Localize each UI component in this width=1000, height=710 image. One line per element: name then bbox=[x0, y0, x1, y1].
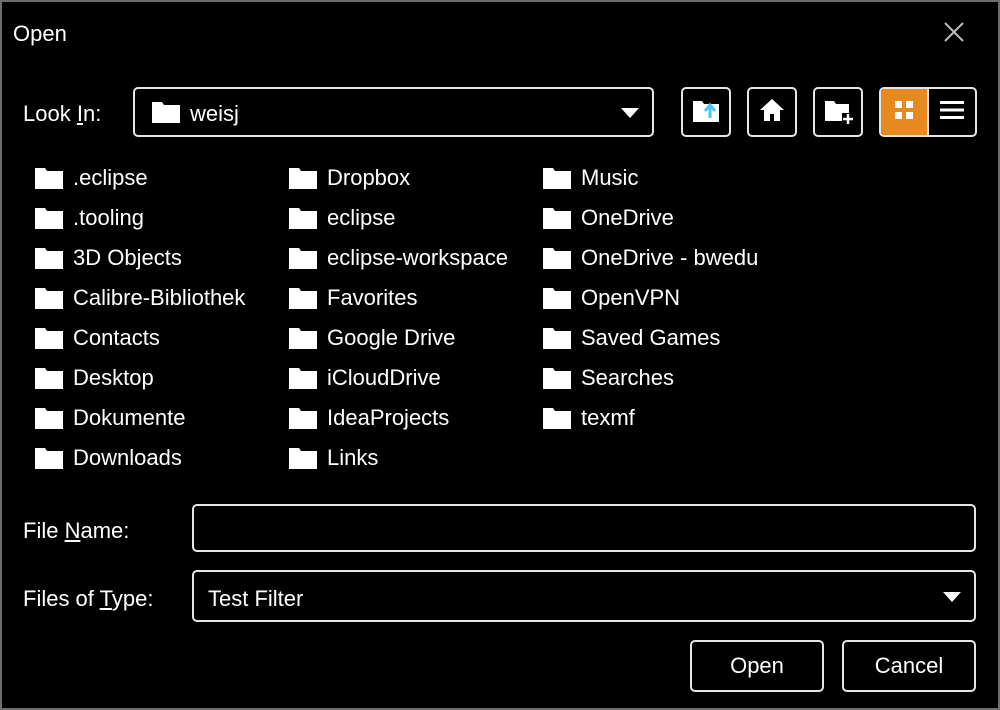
folder-icon bbox=[34, 205, 64, 231]
file-item-label: Dokumente bbox=[73, 405, 186, 430]
file-item-label: eclipse-workspace bbox=[327, 245, 508, 270]
dialog-title: Open bbox=[13, 21, 67, 46]
file-item-label: iCloudDrive bbox=[327, 365, 441, 390]
file-item-label: Saved Games bbox=[581, 325, 721, 350]
folder-icon bbox=[288, 365, 318, 391]
chevron-down-icon bbox=[621, 108, 639, 118]
cancel-button[interactable]: Cancel bbox=[842, 640, 976, 692]
file-item[interactable]: Favorites bbox=[288, 282, 417, 314]
folder-icon bbox=[34, 445, 64, 471]
grid-view-icon bbox=[893, 99, 915, 126]
file-item[interactable]: Saved Games bbox=[542, 322, 720, 354]
new-folder-icon bbox=[822, 94, 854, 131]
folder-icon bbox=[288, 445, 318, 471]
file-item[interactable]: eclipse-workspace bbox=[288, 242, 508, 274]
home-icon bbox=[758, 96, 786, 129]
file-item[interactable]: .eclipse bbox=[34, 162, 148, 194]
file-item[interactable]: .tooling bbox=[34, 202, 144, 234]
file-item[interactable]: Calibre-Bibliothek bbox=[34, 282, 245, 314]
file-item-label: Google Drive bbox=[327, 325, 456, 350]
details-view-icon bbox=[939, 99, 965, 126]
folder-icon bbox=[34, 405, 64, 431]
file-item-label: Favorites bbox=[327, 285, 418, 310]
file-item[interactable]: OpenVPN bbox=[542, 282, 680, 314]
file-item-label: Contacts bbox=[73, 325, 160, 350]
file-item[interactable]: Searches bbox=[542, 362, 674, 394]
file-name-label: File Name: bbox=[23, 518, 130, 543]
folder-icon bbox=[151, 99, 181, 130]
file-item-label: Searches bbox=[581, 365, 674, 390]
list-view-button[interactable] bbox=[881, 89, 927, 135]
file-item-label: .eclipse bbox=[73, 165, 148, 190]
look-in-combobox[interactable]: weisj bbox=[133, 87, 654, 137]
file-item[interactable]: Downloads bbox=[34, 442, 182, 474]
new-folder-button[interactable] bbox=[813, 87, 863, 137]
file-item[interactable]: iCloudDrive bbox=[288, 362, 441, 394]
file-item-label: Dropbox bbox=[327, 165, 411, 190]
open-button[interactable]: Open bbox=[690, 640, 824, 692]
up-folder-icon bbox=[690, 94, 722, 131]
file-item[interactable]: Dokumente bbox=[34, 402, 186, 434]
folder-icon bbox=[34, 165, 64, 191]
file-type-value: Test Filter bbox=[208, 586, 304, 611]
close-icon[interactable] bbox=[938, 16, 970, 48]
folder-icon bbox=[542, 205, 572, 231]
up-folder-button[interactable] bbox=[681, 87, 731, 137]
look-in-value: weisj bbox=[190, 101, 239, 126]
file-item-label: Desktop bbox=[73, 365, 154, 390]
chevron-down-icon bbox=[943, 592, 961, 602]
file-item[interactable]: IdeaProjects bbox=[288, 402, 449, 434]
folder-icon bbox=[542, 285, 572, 311]
folder-icon bbox=[542, 365, 572, 391]
file-item[interactable]: Music bbox=[542, 162, 638, 194]
file-item-label: Downloads bbox=[73, 445, 182, 470]
file-item[interactable]: texmf bbox=[542, 402, 635, 434]
file-item-label: texmf bbox=[581, 405, 635, 430]
folder-icon bbox=[542, 405, 572, 431]
file-item-label: OpenVPN bbox=[581, 285, 681, 310]
folder-icon bbox=[34, 285, 64, 311]
file-item-label: OneDrive - bwedu bbox=[581, 245, 759, 270]
folder-icon bbox=[288, 285, 318, 311]
folder-icon bbox=[288, 165, 318, 191]
file-item[interactable]: Desktop bbox=[34, 362, 154, 394]
file-item[interactable]: OneDrive bbox=[542, 202, 674, 234]
file-item[interactable]: Dropbox bbox=[288, 162, 410, 194]
folder-icon bbox=[288, 325, 318, 351]
open-dialog: Open Look In: weisj .eclipse .tooling 3D… bbox=[0, 0, 1000, 710]
file-item-label: IdeaProjects bbox=[327, 405, 450, 430]
file-item[interactable]: eclipse bbox=[288, 202, 395, 234]
file-item-label: eclipse bbox=[327, 205, 396, 230]
file-item[interactable]: Contacts bbox=[34, 322, 160, 354]
file-item[interactable]: OneDrive - bwedu bbox=[542, 242, 758, 274]
file-item-label: .tooling bbox=[73, 205, 144, 230]
folder-icon bbox=[542, 165, 572, 191]
file-item[interactable]: 3D Objects bbox=[34, 242, 182, 274]
file-type-label: Files of Type: bbox=[23, 586, 154, 611]
file-item-label: Calibre-Bibliothek bbox=[73, 285, 246, 310]
view-toggle-group bbox=[879, 87, 977, 137]
home-button[interactable] bbox=[747, 87, 797, 137]
folder-icon bbox=[34, 365, 64, 391]
folder-icon bbox=[542, 325, 572, 351]
look-in-label: Look In: bbox=[23, 101, 102, 126]
file-type-combobox[interactable]: Test Filter bbox=[192, 570, 976, 622]
folder-icon bbox=[34, 245, 64, 271]
file-item-label: OneDrive bbox=[581, 205, 674, 230]
file-name-input[interactable] bbox=[192, 504, 976, 552]
folder-icon bbox=[542, 245, 572, 271]
file-item-label: Music bbox=[581, 165, 639, 190]
file-item-label: 3D Objects bbox=[73, 245, 182, 270]
details-view-button[interactable] bbox=[927, 89, 975, 135]
folder-icon bbox=[288, 245, 318, 271]
folder-icon bbox=[34, 325, 64, 351]
file-item[interactable]: Google Drive bbox=[288, 322, 455, 354]
folder-icon bbox=[288, 205, 318, 231]
file-item[interactable]: Links bbox=[288, 442, 378, 474]
folder-icon bbox=[288, 405, 318, 431]
file-item-label: Links bbox=[327, 445, 379, 470]
